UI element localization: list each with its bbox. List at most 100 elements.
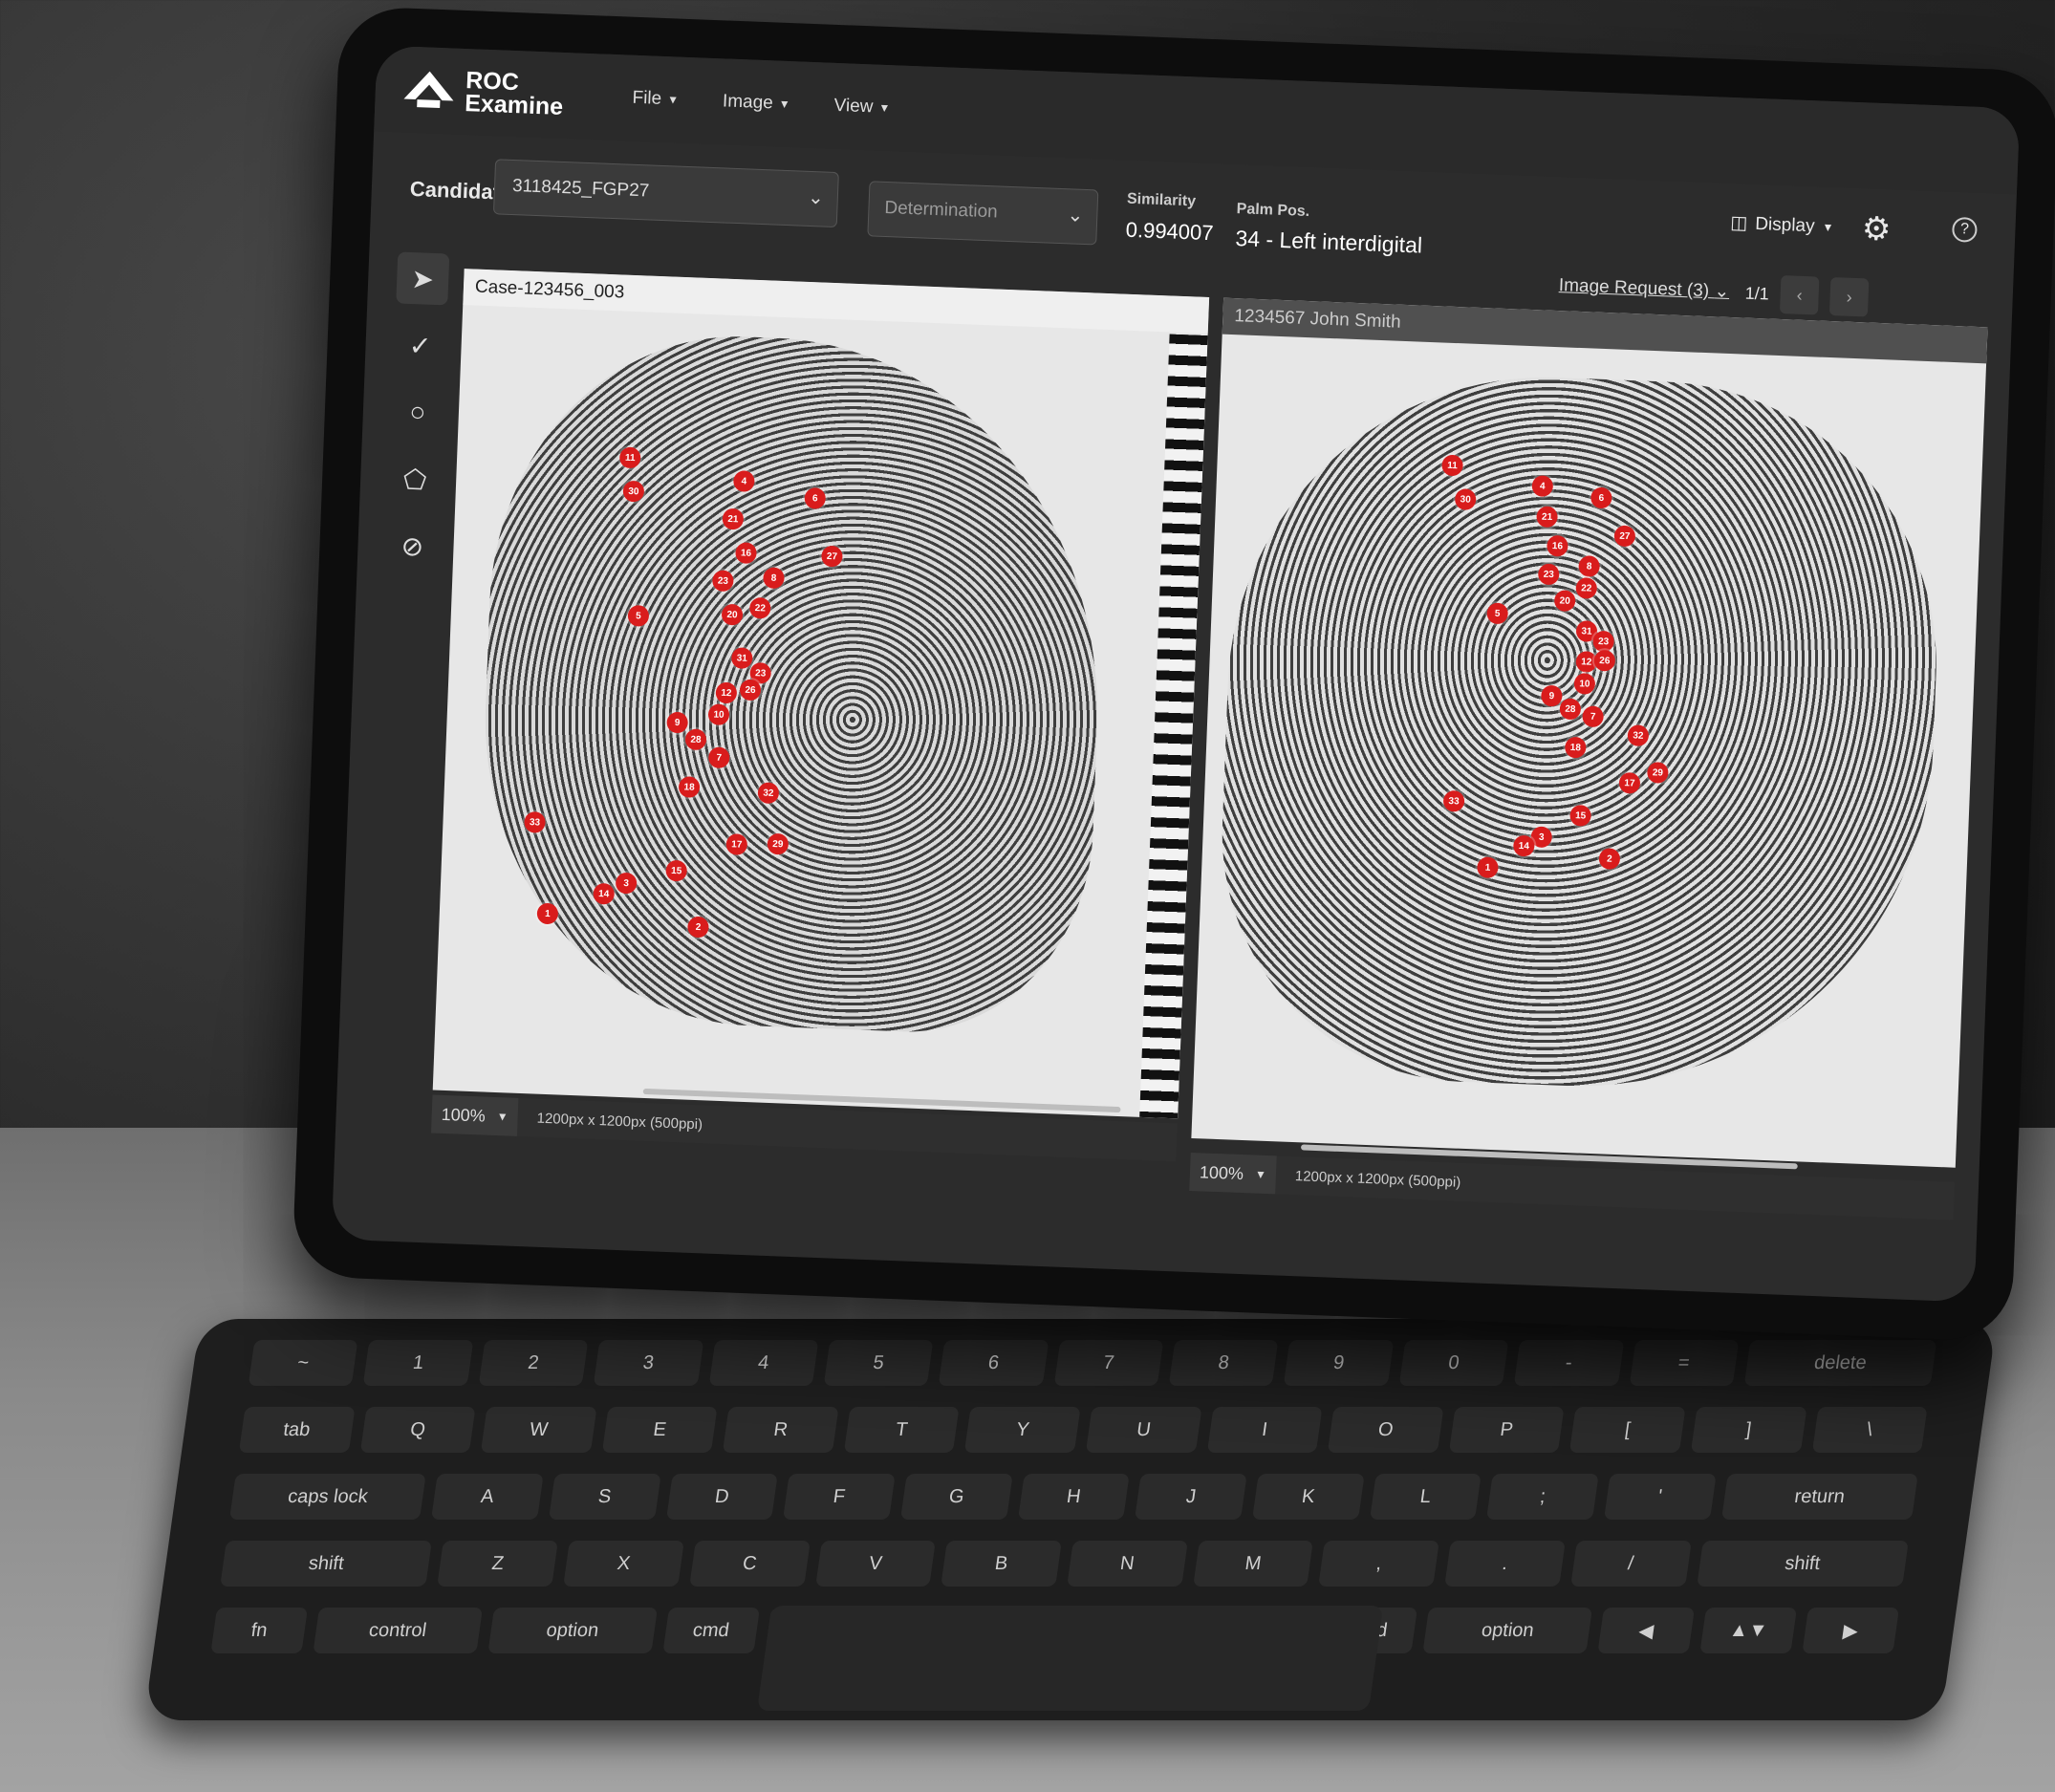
menu-file[interactable]: File ▼ (632, 88, 679, 111)
keyboard-key[interactable]: cmd (662, 1608, 760, 1653)
keyboard-key[interactable]: B (941, 1541, 1062, 1587)
keyboard-key[interactable]: E (601, 1407, 718, 1453)
keyboard-key[interactable]: . (1444, 1541, 1566, 1587)
keyboard-key[interactable]: H (1017, 1474, 1131, 1520)
palm-position-label: Palm Pos. (1236, 201, 1310, 221)
keyboard-key[interactable]: P (1448, 1407, 1565, 1453)
keyboard-key[interactable]: 4 (708, 1340, 819, 1386)
pager: 1/1 ‹ › (1744, 274, 1870, 317)
keyboard-key[interactable]: [ (1569, 1407, 1686, 1453)
keyboard-key[interactable]: tab (238, 1407, 356, 1453)
keyboard-key[interactable]: ; (1486, 1474, 1599, 1520)
keyboard-key[interactable]: 1 (363, 1340, 474, 1386)
keyboard-key[interactable]: ' (1604, 1474, 1717, 1520)
pager-text: 1/1 (1744, 283, 1770, 304)
chevron-left-icon: ‹ (1796, 285, 1804, 305)
keyboard-key[interactable]: ▲▼ (1699, 1608, 1798, 1653)
keyboard-key[interactable]: caps lock (229, 1474, 426, 1520)
keyboard-key[interactable]: R (723, 1407, 839, 1453)
keyboard-key[interactable]: 0 (1398, 1340, 1509, 1386)
keyboard-row-1: ~1 2 3 4 5 6 7 8 9 0- = delete (191, 1340, 1995, 1386)
latent-print-image[interactable] (473, 327, 1112, 1039)
keyboard-key[interactable]: 3 (593, 1340, 703, 1386)
keyboard-key[interactable]: delete (1743, 1340, 1937, 1386)
left-image-pane[interactable]: Case-123456_003 11 30 4 6 21 16 27 23 8 20 22 5 31 23… (432, 269, 1210, 1119)
keyboard-key[interactable]: 9 (1284, 1340, 1395, 1386)
keyboard-key[interactable]: ] (1690, 1407, 1807, 1453)
caret-down-icon: ▼ (666, 93, 680, 107)
keyboard-key[interactable]: return (1720, 1474, 1918, 1520)
logo-line-2: Examine (464, 90, 564, 120)
keyboard-key[interactable]: shift (220, 1541, 433, 1587)
chevron-down-icon: ⌄ (1714, 281, 1730, 302)
chevron-right-icon: › (1846, 287, 1853, 307)
keyboard-key[interactable]: Q (359, 1407, 476, 1453)
menu-image[interactable]: Image ▼ (723, 91, 790, 115)
exemplar-print-image[interactable] (1213, 365, 1947, 1100)
keyboard-key[interactable]: 6 (938, 1340, 1049, 1386)
hide-tool[interactable]: ⊘ (386, 519, 440, 572)
prev-button[interactable]: ‹ (1779, 275, 1820, 315)
right-image-dimensions: 1200px x 1200px (500ppi) (1294, 1167, 1461, 1191)
keyboard-key[interactable]: option (487, 1608, 658, 1653)
eye-slash-icon: ⊘ (400, 530, 424, 562)
determination-select[interactable]: Determination ⌄ (867, 181, 1099, 246)
keyboard-key[interactable]: 5 (823, 1340, 934, 1386)
right-zoom-select[interactable]: 100% ▼ (1189, 1152, 1277, 1195)
keyboard-key[interactable]: I (1206, 1407, 1323, 1453)
keyboard-key[interactable]: T (843, 1407, 961, 1453)
keyboard-key[interactable]: = (1629, 1340, 1740, 1386)
keyboard-key[interactable]: W (480, 1407, 597, 1453)
keyboard-key[interactable]: 7 (1053, 1340, 1164, 1386)
keyboard-key[interactable]: S (548, 1474, 661, 1520)
keyboard-key[interactable]: Y (964, 1407, 1081, 1453)
keyboard-key[interactable]: shift (1696, 1541, 1909, 1587)
keyboard-key[interactable]: K (1252, 1474, 1365, 1520)
keyboard-key[interactable]: V (814, 1541, 937, 1587)
keyboard-key[interactable]: fn (210, 1608, 309, 1653)
keyboard-key[interactable]: A (431, 1474, 544, 1520)
keyboard-key[interactable]: C (689, 1541, 811, 1587)
keyboard-key[interactable]: 2 (478, 1340, 589, 1386)
keyboard-key[interactable]: ▶ (1802, 1608, 1900, 1653)
keyboard-key[interactable]: option (1422, 1608, 1593, 1653)
pointer-tool[interactable]: ➤ (396, 251, 450, 306)
keyboard-key[interactable]: , (1318, 1541, 1440, 1587)
keyboard-key[interactable]: / (1569, 1541, 1692, 1587)
next-button[interactable]: › (1828, 277, 1870, 317)
keyboard-key[interactable]: M (1192, 1541, 1314, 1587)
keyboard-key[interactable]: - (1513, 1340, 1624, 1386)
keyboard-key[interactable]: D (665, 1474, 779, 1520)
keyboard-key[interactable]: L (1369, 1474, 1482, 1520)
keyboard-key[interactable]: F (783, 1474, 896, 1520)
menu-view[interactable]: View ▼ (833, 96, 891, 119)
polygon-tool[interactable]: ⬠ (388, 452, 442, 506)
left-zoom-select[interactable]: 100% ▼ (430, 1094, 519, 1136)
keyboard-key[interactable]: U (1085, 1407, 1202, 1453)
checkmark-lines-icon: ✓ (408, 330, 432, 361)
keyboard-key[interactable]: J (1135, 1474, 1247, 1520)
right-pane-title: 1234567 John Smith (1222, 297, 1988, 364)
circle-tool[interactable]: ○ (391, 385, 444, 439)
keyboard-key[interactable]: \ (1811, 1407, 1928, 1453)
caret-down-icon: ▼ (1254, 1167, 1267, 1182)
main-menu: File ▼ Image ▼ View ▼ (632, 88, 891, 119)
image-request-link[interactable]: Image Request (3) ⌄ (1558, 274, 1729, 303)
menu-file-label: File (632, 87, 662, 109)
trackpad[interactable] (756, 1606, 1384, 1711)
app-logo: ROC Examine (403, 67, 565, 120)
keyboard-key[interactable]: control (313, 1608, 483, 1653)
right-image-pane[interactable]: 1234567 John Smith 11 30 4 6 21 27 16 8 23 22 20 5 3… (1191, 297, 1988, 1168)
keyboard-key[interactable]: ~ (248, 1340, 358, 1386)
candidate-select[interactable]: 3118425_FGP27 ⌄ (492, 159, 839, 228)
keyboard-key[interactable]: G (899, 1474, 1013, 1520)
keyboard-key[interactable]: X (563, 1541, 684, 1587)
keyboard-key[interactable]: N (1067, 1541, 1188, 1587)
determination-placeholder: Determination (884, 197, 999, 223)
keyboard-key[interactable]: O (1328, 1407, 1444, 1453)
keyboard-key[interactable]: 8 (1168, 1340, 1279, 1386)
keyboard-key[interactable]: ◀ (1597, 1608, 1696, 1653)
keyboard-row-2: tab Q W E R T Y U I O P[] \ (182, 1407, 1985, 1453)
annotate-tool[interactable]: ✓ (394, 318, 447, 372)
keyboard-key[interactable]: Z (437, 1541, 559, 1587)
